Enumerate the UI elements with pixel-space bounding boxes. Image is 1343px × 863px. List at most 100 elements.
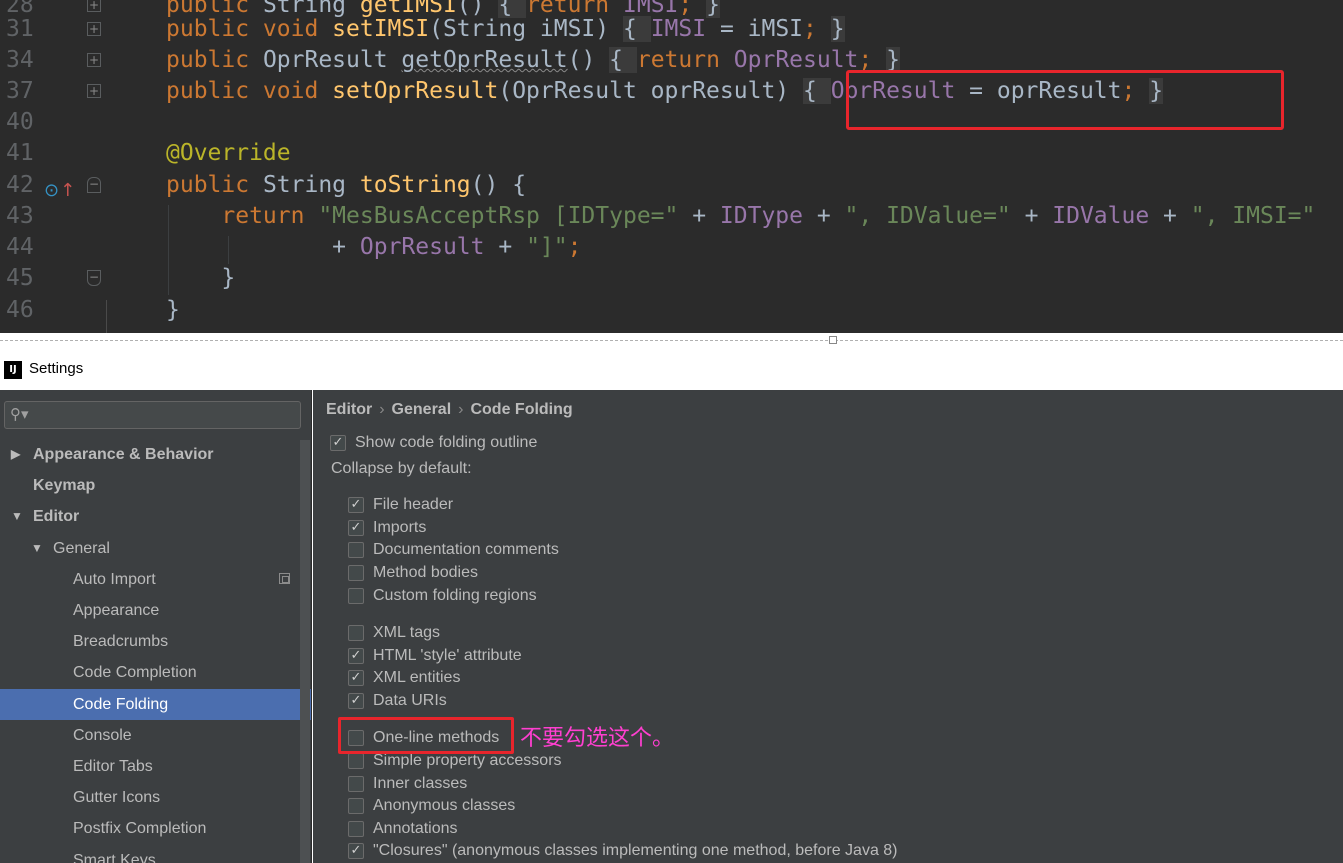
code-token: { xyxy=(622,16,651,42)
option-label: XML entities xyxy=(373,669,461,686)
search-input[interactable] xyxy=(35,405,295,425)
option-checkbox[interactable]: ✓ xyxy=(348,843,364,859)
breadcrumb-separator: › xyxy=(379,401,385,418)
sidebar-item-breadcrumbs[interactable]: Breadcrumbs xyxy=(0,626,311,657)
sidebar-scrollbar[interactable] xyxy=(300,440,310,863)
line-number: 45 xyxy=(6,265,34,291)
sidebar-item-label: Editor Tabs xyxy=(73,758,153,775)
option-checkbox[interactable] xyxy=(348,821,364,837)
code-token: } xyxy=(166,297,180,323)
code-line: 45 − } xyxy=(0,263,1343,294)
code-text: public void setIMSI(String iMSI) { IMSI … xyxy=(166,14,845,45)
show-outline-label: Show code folding outline xyxy=(355,434,538,451)
sidebar-item-editor[interactable]: ▼ Editor xyxy=(0,501,311,532)
code-token: @Override xyxy=(166,140,291,166)
fold-toggle-icon[interactable]: + xyxy=(87,53,101,67)
option-label: "Closures" (anonymous classes implementi… xyxy=(373,842,898,859)
code-token: String xyxy=(262,172,360,198)
settings-sidebar: ⚲▾ ▶ Appearance & Behavior Keymap ▼ Editor ▼ G… xyxy=(0,390,312,863)
fold-toggle-icon[interactable]: + xyxy=(87,0,101,12)
sidebar-item-label: Postfix Completion xyxy=(73,820,207,838)
option-checkbox[interactable] xyxy=(348,753,364,769)
option-checkbox[interactable]: ✓ xyxy=(348,520,364,536)
intellij-icon: IJ xyxy=(4,361,22,379)
code-token: + xyxy=(1163,203,1191,229)
option-checkbox[interactable] xyxy=(348,776,364,792)
code-token: "]" xyxy=(526,234,568,260)
collapse-by-default-label: Collapse by default: xyxy=(331,460,472,477)
code-token: + xyxy=(166,234,360,260)
code-token: ; xyxy=(803,16,831,42)
option-checkbox[interactable]: ✓ xyxy=(348,648,364,664)
code-token: return xyxy=(636,47,734,73)
code-token: public void xyxy=(166,16,333,42)
option-checkbox[interactable] xyxy=(348,542,364,558)
code-token: () { xyxy=(470,172,527,198)
option-label: HTML 'style' attribute xyxy=(373,647,522,664)
collapse-arrow-icon[interactable]: ▼ xyxy=(11,501,23,532)
code-token: OprResult xyxy=(733,47,859,73)
sidebar-item-console[interactable]: Console xyxy=(0,720,311,751)
option-checkbox[interactable] xyxy=(348,625,364,641)
code-token: { xyxy=(609,47,637,73)
code-token: return xyxy=(221,203,319,229)
option-checkbox[interactable]: ✓ xyxy=(348,670,364,686)
sidebar-item-label: Appearance xyxy=(73,602,160,619)
sidebar-item-editor-tabs[interactable]: Editor Tabs xyxy=(0,751,311,782)
sidebar-item-code-folding[interactable]: Code Folding xyxy=(0,688,311,720)
fold-toggle-icon[interactable]: − xyxy=(87,270,101,286)
sidebar-item-label: Gutter Icons xyxy=(73,789,161,807)
option-checkbox[interactable] xyxy=(348,588,364,604)
breadcrumb-general[interactable]: General xyxy=(392,401,452,418)
collapse-arrow-icon[interactable]: ▼ xyxy=(31,533,43,564)
sidebar-item-keymap[interactable]: Keymap xyxy=(0,470,311,501)
code-text: public String toString() { xyxy=(166,170,526,201)
option-checkbox[interactable] xyxy=(348,565,364,581)
code-token: + xyxy=(692,203,720,229)
code-editor[interactable]: 28 + public String getIMSI() { return IMSI… xyxy=(0,0,1343,333)
sidebar-item-gutter-icons[interactable]: Gutter Icons xyxy=(0,782,311,813)
sidebar-item-postfix-completion[interactable]: Postfix Completion xyxy=(0,813,311,844)
sidebar-item-appearance-behavior[interactable]: ▶ Appearance & Behavior xyxy=(0,439,311,470)
code-line: 41 @Override xyxy=(0,138,1343,169)
settings-content: Editor › General › Code Folding ✓ Show code … xyxy=(313,390,1343,863)
code-line: 46} xyxy=(0,295,1343,326)
option-checkbox[interactable]: ✓ xyxy=(348,693,364,709)
fold-toggle-icon[interactable]: − xyxy=(87,177,101,193)
fold-toggle-icon[interactable]: + xyxy=(87,22,101,36)
code-token: (OprResult oprResult) xyxy=(498,78,803,104)
code-token: + xyxy=(816,203,845,229)
code-highlight-box xyxy=(846,70,1284,130)
line-number: 34 xyxy=(6,47,34,73)
breadcrumb-separator: › xyxy=(458,401,464,418)
code-token: = iMSI xyxy=(719,16,804,42)
search-icon[interactable]: ⚲▾ xyxy=(10,405,29,423)
code-token: () xyxy=(567,47,610,73)
fold-toggle-icon[interactable]: + xyxy=(87,84,101,98)
show-outline-checkbox[interactable]: ✓ xyxy=(330,435,346,451)
breadcrumb-editor[interactable]: Editor xyxy=(326,401,372,418)
option-label: Custom folding regions xyxy=(373,587,537,604)
code-token: } xyxy=(166,265,236,291)
code-token: public xyxy=(166,47,263,73)
sidebar-item-code-completion[interactable]: Code Completion xyxy=(0,657,311,688)
expand-arrow-icon[interactable]: ▶ xyxy=(11,439,20,470)
option-label: Data URIs xyxy=(373,692,447,709)
sidebar-item-smart-keys[interactable]: Smart Keys xyxy=(0,845,311,863)
sidebar-item-appearance[interactable]: Appearance xyxy=(0,595,311,626)
code-text: } xyxy=(166,263,235,294)
code-token: IDType xyxy=(719,203,817,229)
option-checkbox[interactable] xyxy=(348,798,364,814)
option-label: Method bodies xyxy=(373,564,478,581)
search-box[interactable]: ⚲▾ xyxy=(4,401,301,429)
line-number: 44 xyxy=(6,234,34,260)
option-label: Documentation comments xyxy=(373,541,559,558)
code-token: OprResult xyxy=(359,234,499,260)
sidebar-item-auto-import[interactable]: Auto Import xyxy=(0,564,311,595)
option-checkbox[interactable]: ✓ xyxy=(348,497,364,513)
sidebar-item-general[interactable]: ▼ General xyxy=(0,533,311,564)
option-label: Anonymous classes xyxy=(373,797,516,814)
code-text: @Override xyxy=(166,138,291,169)
sidebar-item-label: Console xyxy=(73,726,132,744)
code-token: public void xyxy=(166,78,333,104)
